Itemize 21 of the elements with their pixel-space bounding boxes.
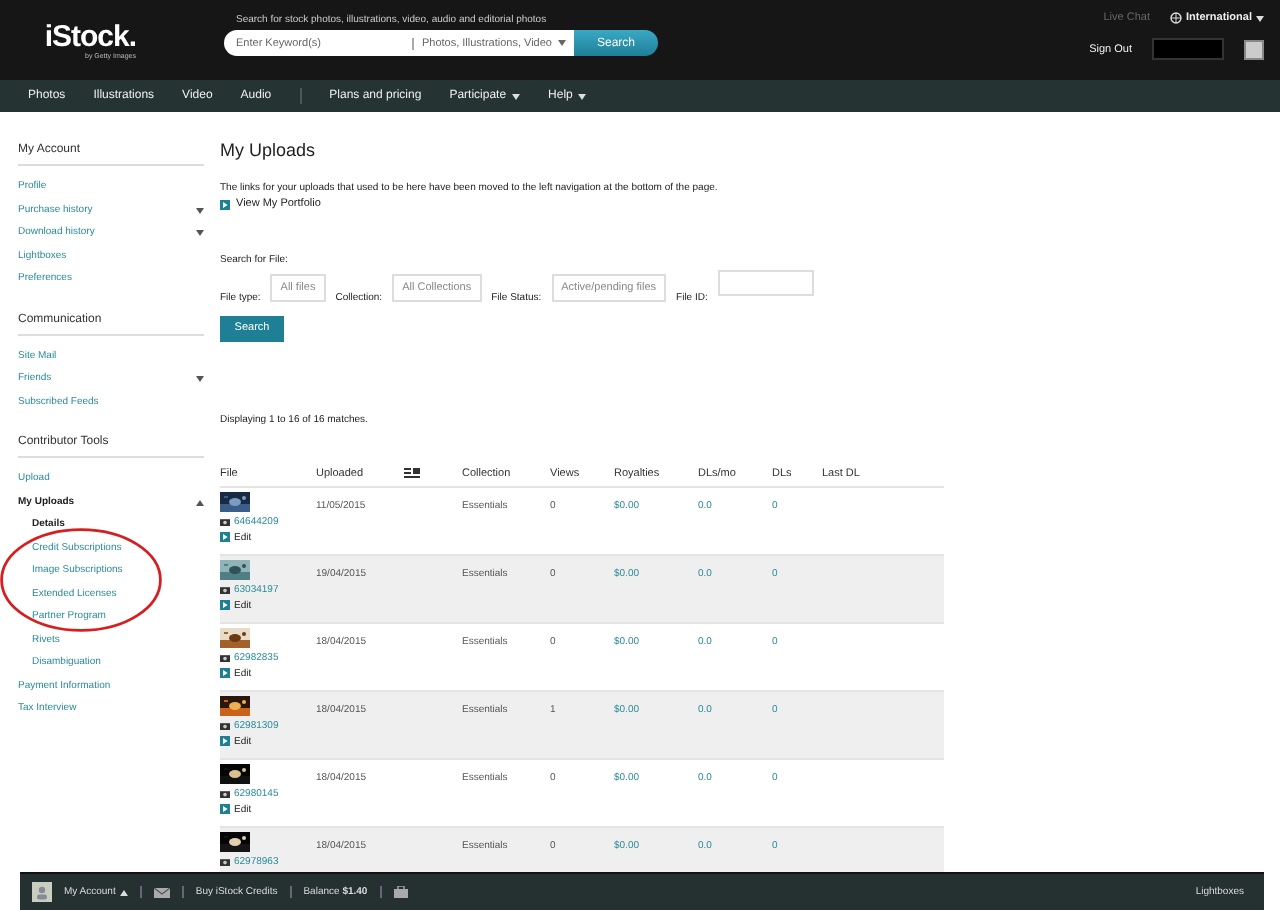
caret-icon bbox=[119, 889, 128, 895]
logo[interactable]: iStock. bbox=[44, 22, 136, 52]
camera-icon bbox=[220, 789, 230, 797]
camera-icon bbox=[220, 857, 230, 865]
globe-icon bbox=[1169, 12, 1182, 24]
arrow-icon bbox=[220, 199, 230, 209]
file-id-field[interactable] bbox=[717, 270, 814, 296]
username-box bbox=[1152, 38, 1224, 60]
briefcase-icon[interactable] bbox=[393, 886, 408, 898]
camera-icon bbox=[220, 653, 230, 661]
caret-icon bbox=[1256, 15, 1264, 21]
mail-icon[interactable] bbox=[153, 887, 170, 897]
camera-icon bbox=[220, 585, 230, 593]
view-toggle-icon[interactable] bbox=[404, 467, 420, 477]
camera-icon bbox=[220, 721, 230, 729]
page-title: My Uploads bbox=[220, 140, 318, 160]
arrow-icon bbox=[220, 736, 230, 746]
caret-icon bbox=[558, 40, 566, 46]
menu-button[interactable] bbox=[1244, 39, 1264, 59]
camera-icon bbox=[220, 517, 230, 525]
arrow-icon bbox=[220, 600, 230, 610]
